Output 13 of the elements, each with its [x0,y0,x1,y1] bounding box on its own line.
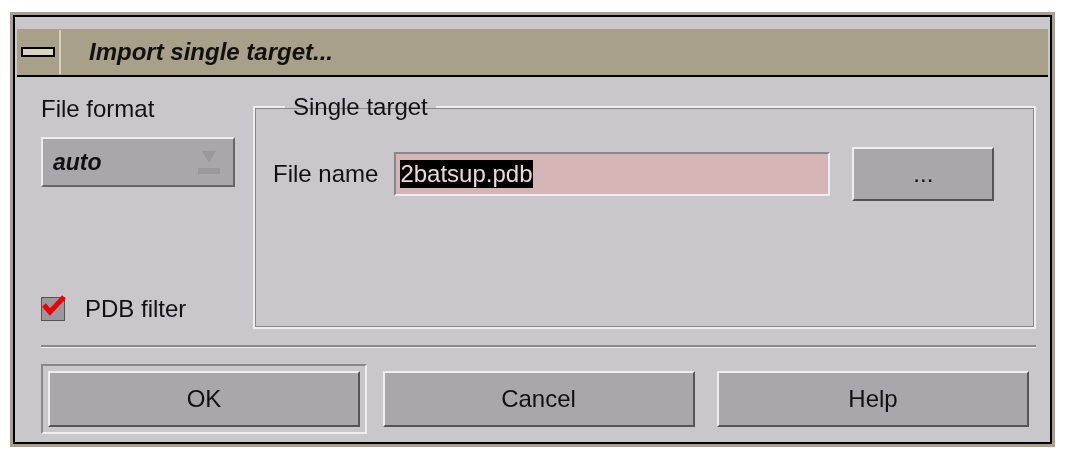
pdb-filter-checkbox[interactable] [41,297,65,321]
file-name-field[interactable]: 2batsup.pdb [394,152,831,196]
file-name-label: File name [273,160,379,188]
minus-icon [21,46,55,58]
dialog-button[interactable]: Help [717,371,1029,427]
file-format-label: File format [41,95,156,123]
window-title: Import single target... [89,38,334,66]
dialog-button[interactable]: Cancel [382,371,695,427]
file-format-dropdown[interactable]: auto [41,137,235,187]
group-title: Single target [292,93,429,121]
dialog-button[interactable]: OK [48,371,360,427]
browse-button[interactable]: ... [852,147,995,201]
pdb-filter-label: PDB filter [85,295,187,323]
